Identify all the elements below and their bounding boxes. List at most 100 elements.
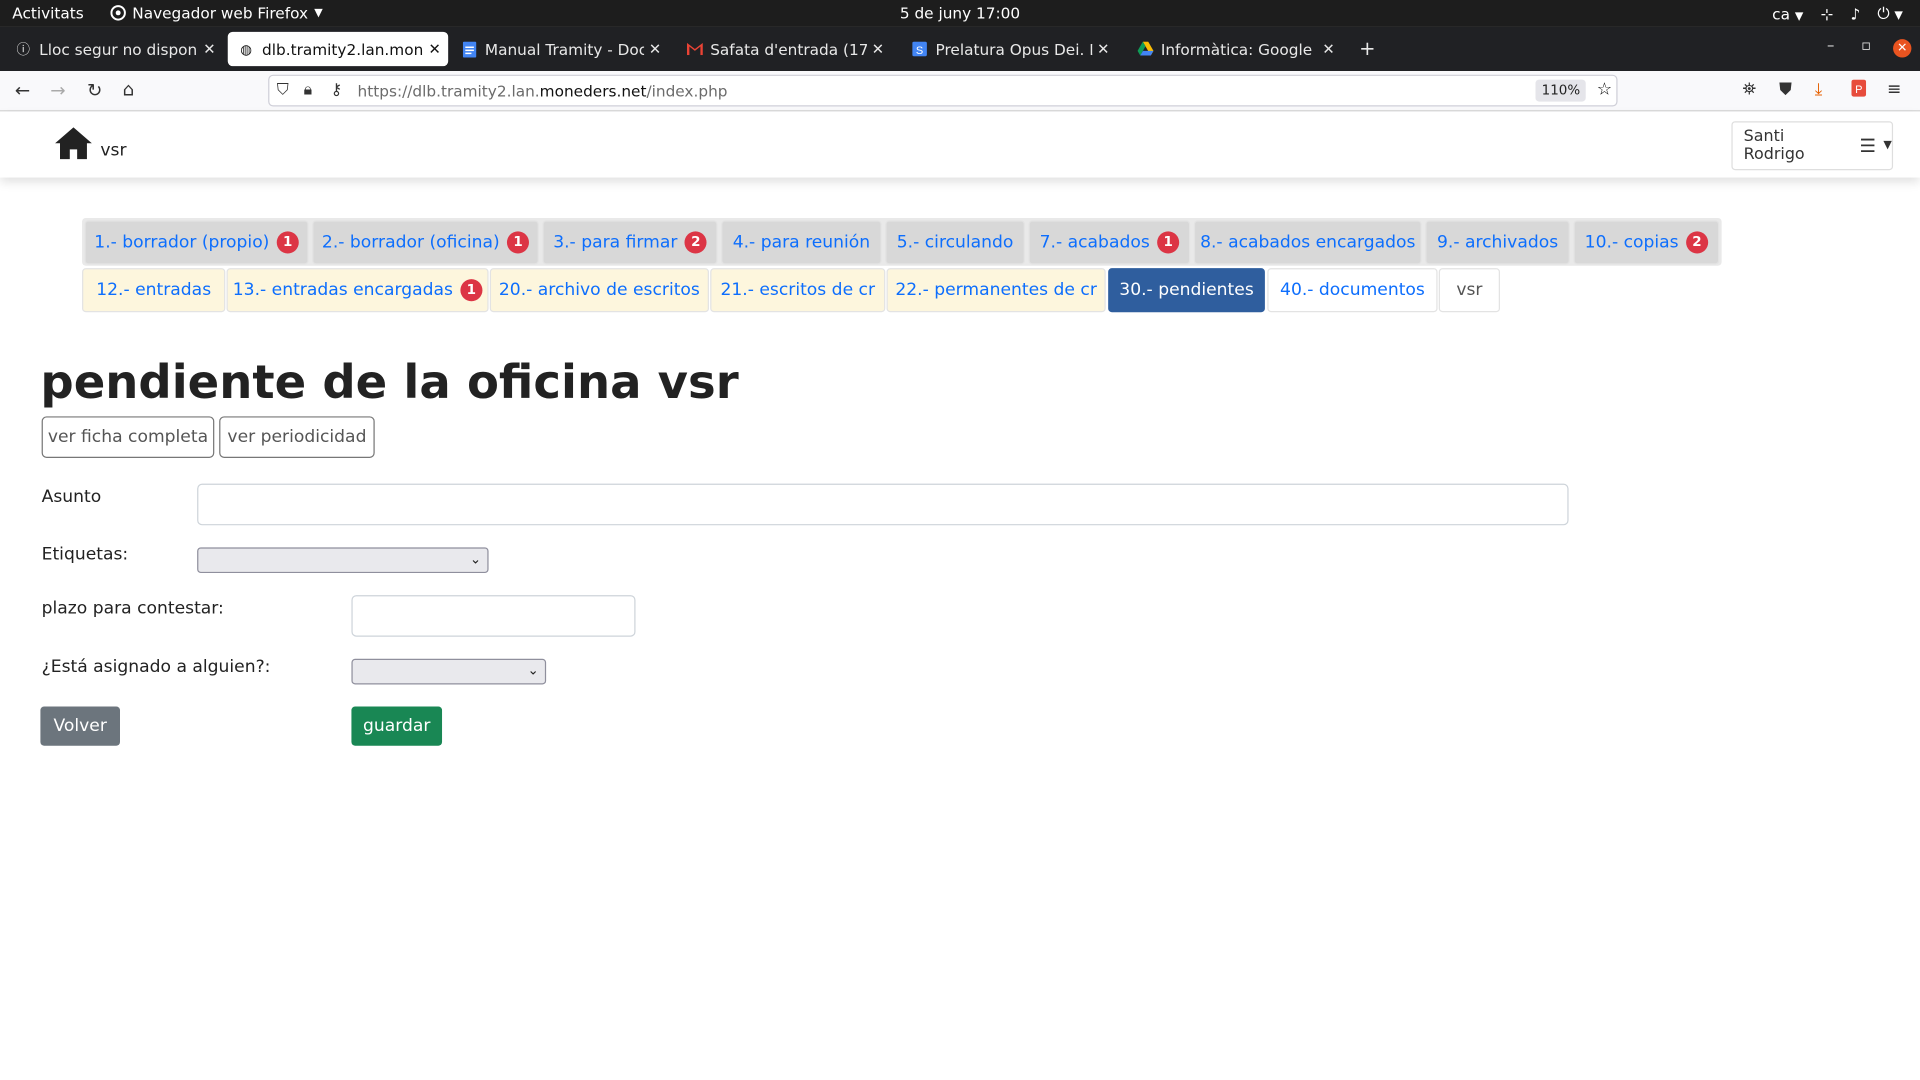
lock-icon[interactable]: 🔒︎	[304, 81, 312, 99]
tab-label: dlb.tramity2.lan.moneders	[262, 39, 424, 59]
ver-ficha-completa-button[interactable]: ver ficha completa	[41, 416, 215, 458]
browser-tab[interactable]: S Prelatura Opus Dei. Dele ✕	[901, 32, 1117, 66]
app-header: vsr Santi Rodrigo ☰ ▼	[0, 111, 1920, 178]
close-icon[interactable]: ✕	[649, 40, 661, 57]
gmail-icon	[686, 40, 703, 57]
forward-icon[interactable]: →	[50, 80, 65, 102]
window-close-button[interactable]: ✕	[1893, 39, 1912, 58]
tab-label: Lloc segur no disponible	[39, 39, 198, 59]
address-bar[interactable]: ⛉ 🔒︎ ⚷ https://dlb.tramity2.lan.moneders…	[268, 74, 1618, 107]
home-icon[interactable]: ⌂	[122, 78, 134, 100]
drive-icon	[1136, 40, 1153, 57]
bookmark-star-icon[interactable]: ☆	[1597, 80, 1612, 100]
tab-label: 10.- copias	[1584, 232, 1679, 253]
app-name: Navegador web Firefox	[132, 3, 309, 23]
close-icon[interactable]: ✕	[203, 40, 215, 57]
chevron-down-icon: ▼	[314, 6, 323, 19]
tab-entradas[interactable]: 12.- entradas	[82, 268, 226, 313]
tab-acabados[interactable]: 7.- acabados 1	[1028, 220, 1191, 265]
tab-label: 2.- borrador (oficina)	[321, 232, 500, 253]
tab-copias[interactable]: 10.- copias 2	[1573, 220, 1720, 265]
docs-icon	[460, 40, 477, 57]
tab-label: 12.- entradas	[96, 280, 212, 301]
tab-entradas-encargadas[interactable]: 13.- entradas encargadas 1	[226, 268, 489, 313]
tab-documentos[interactable]: 40.- documentos	[1267, 268, 1438, 313]
sites-icon: S	[911, 40, 928, 57]
close-icon[interactable]: ✕	[1322, 40, 1334, 57]
tab-label: 21.- escritos de cr	[720, 280, 876, 301]
tab-archivados[interactable]: 9.- archivados	[1425, 220, 1570, 265]
guardar-button[interactable]: guardar	[351, 706, 443, 746]
shield-icon[interactable]: ⛉	[277, 81, 289, 99]
tab-label: 8.- acabados encargados	[1200, 232, 1416, 253]
key-icon[interactable]: ⚷	[331, 81, 343, 99]
close-icon[interactable]: ✕	[872, 40, 884, 57]
tab-acabados-encargados[interactable]: 8.- acabados encargados	[1193, 220, 1422, 265]
close-icon[interactable]: ✕	[1097, 40, 1109, 57]
hamburger-icon: ☰	[1859, 134, 1877, 157]
browser-tab[interactable]: Manual Tramity - Docume ✕	[451, 32, 669, 66]
volver-button[interactable]: Volver	[40, 706, 121, 746]
tab-para-reunion[interactable]: 4.- para reunión	[721, 220, 882, 265]
browser-tab[interactable]: Informàtica: Google Drive ✕	[1127, 32, 1343, 66]
tab-permanentes-de-cr[interactable]: 22.- permanentes de cr	[886, 268, 1106, 313]
ver-periodicidad-button[interactable]: ver periodicidad	[219, 416, 375, 458]
browser-tab[interactable]: ⓘ Lloc segur no disponible ✕	[5, 32, 223, 66]
save-to-pocket-icon[interactable]: ⛊	[1779, 80, 1792, 100]
page-title: pendiente de la oficina vsr	[40, 355, 739, 409]
info-icon: ⓘ	[16, 41, 31, 58]
tab-label: 1.- borrador (propio)	[94, 232, 270, 253]
tab-label: 22.- permanentes de cr	[895, 280, 1097, 301]
tab-label: Manual Tramity - Docume	[484, 39, 644, 59]
tab-label: 13.- entradas encargadas	[232, 280, 453, 301]
user-menu-button[interactable]: Santi Rodrigo ☰ ▼	[1731, 121, 1894, 171]
asunto-input[interactable]	[197, 483, 1569, 526]
tab-borrador-oficina[interactable]: 2.- borrador (oficina) 1	[312, 220, 539, 265]
maximize-icon[interactable]: ▫	[1861, 37, 1871, 54]
tab-vsr[interactable]: vsr	[1438, 268, 1501, 313]
zoom-level[interactable]: 110%	[1535, 79, 1587, 102]
url-text[interactable]: https://dlb.tramity2.lan.moneders.net/in…	[358, 82, 728, 100]
tab-para-firmar[interactable]: 3.- para firmar 2	[542, 220, 718, 265]
tab-archivo-de-escritos[interactable]: 20.- archivo de escritos	[489, 268, 709, 313]
close-icon[interactable]: ✕	[428, 40, 440, 57]
brand-label[interactable]: vsr	[100, 141, 126, 161]
plazo-input[interactable]	[351, 595, 636, 637]
minimize-icon[interactable]: –	[1827, 37, 1834, 54]
asunto-label: Asunto	[41, 487, 102, 507]
count-badge: 1	[507, 231, 530, 254]
browser-tab[interactable]: Safata d'entrada (17) - jo ✕	[676, 32, 892, 66]
pocket-icon[interactable]: ⛯	[1742, 80, 1756, 100]
back-icon[interactable]: ←	[15, 80, 30, 102]
browser-tab-active[interactable]: ◍ dlb.tramity2.lan.moneders ✕	[227, 31, 449, 67]
chevron-down-icon: ▼	[1883, 139, 1892, 152]
tab-label: 7.- acabados	[1039, 232, 1150, 253]
count-badge: 2	[684, 231, 707, 254]
power-icon[interactable]: ⏻ ▼	[1877, 4, 1902, 24]
home-icon[interactable]	[54, 126, 93, 165]
volume-icon[interactable]: ♪	[1850, 4, 1860, 22]
tab-escritos-de-cr[interactable]: 21.- escritos de cr	[710, 268, 886, 313]
activities-button[interactable]: Activitats	[12, 4, 84, 22]
download-icon[interactable]: ⤓	[1815, 80, 1823, 100]
extension-icon[interactable]: P	[1851, 79, 1867, 102]
tab-label: Prelatura Opus Dei. Dele	[935, 39, 1093, 59]
asignado-select[interactable]: ⌄	[351, 658, 547, 685]
etiquetas-select[interactable]: ⌄	[197, 547, 489, 574]
language-indicator[interactable]: ca ▼	[1772, 4, 1803, 22]
app-menu[interactable]: Navegador web Firefox ▼	[110, 3, 323, 23]
tab-label: 9.- archivados	[1436, 232, 1559, 253]
chevron-down-icon: ⌄	[527, 662, 539, 679]
count-badge: 1	[276, 231, 299, 254]
tab-label: 5.- circulando	[896, 232, 1014, 253]
network-icon[interactable]: ⊹	[1820, 4, 1833, 22]
tab-pendientes[interactable]: 30.- pendientes	[1108, 268, 1265, 313]
etiquetas-label: Etiquetas:	[41, 544, 129, 565]
new-tab-button[interactable]: +	[1359, 37, 1375, 60]
reload-icon[interactable]: ↻	[87, 80, 102, 102]
svg-text:P: P	[1855, 84, 1862, 96]
tab-borrador-propio[interactable]: 1.- borrador (propio) 1	[84, 220, 309, 265]
browser-toolbar: ← → ↻ ⌂ ⛉ 🔒︎ ⚷ https://dlb.tramity2.lan.…	[0, 71, 1920, 112]
tab-circulando[interactable]: 5.- circulando	[885, 220, 1025, 265]
menu-icon[interactable]: ≡	[1887, 80, 1901, 100]
